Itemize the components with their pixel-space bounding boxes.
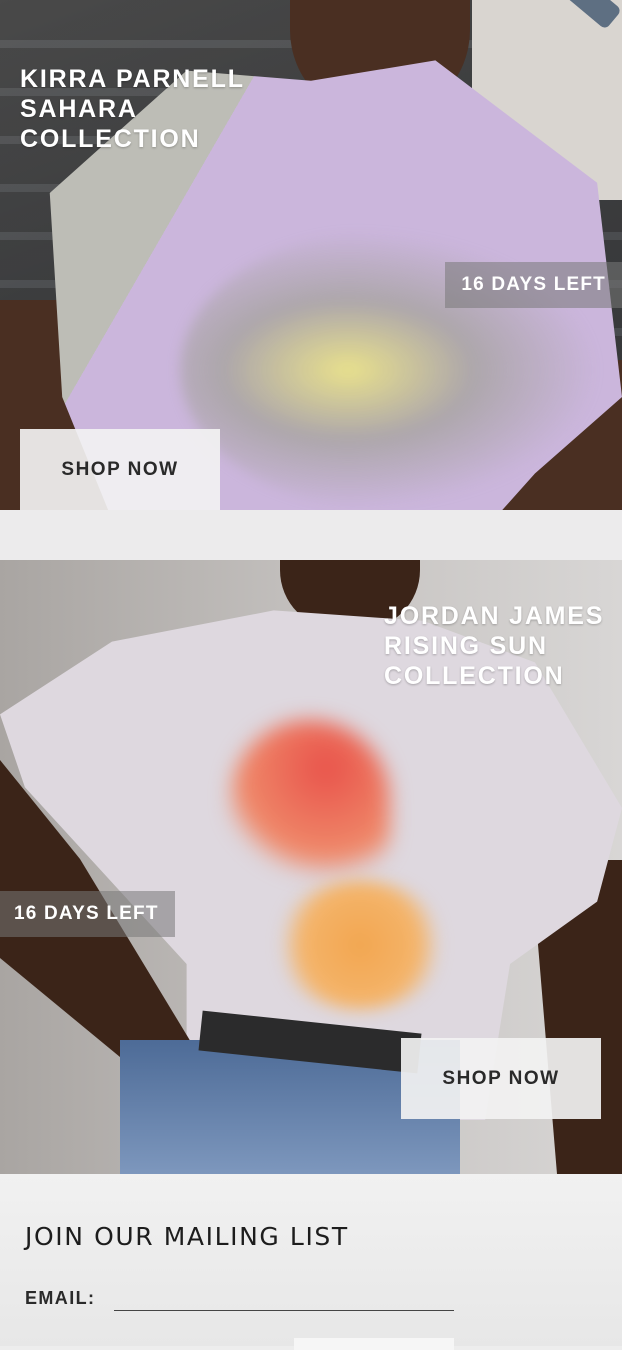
days-left-badge: 16 DAYS LEFT bbox=[0, 891, 175, 937]
collection-title-line: SAHARA bbox=[20, 95, 138, 123]
collection-title-line: JORDAN JAMES bbox=[384, 602, 605, 630]
email-label: EMAIL: bbox=[25, 1288, 96, 1308]
collection-title-line: KIRRA PARNELL bbox=[20, 65, 245, 93]
model-pants bbox=[0, 510, 622, 560]
days-left-badge: 16 DAYS LEFT bbox=[445, 262, 622, 308]
collection-card-rising-sun: JORDAN JAMES RISING SUN COLLECTION 16 DA… bbox=[0, 560, 622, 1174]
collection-title-line: COLLECTION bbox=[20, 125, 201, 153]
mailing-list-section: JOIN OUR MAILING LIST EMAIL: bbox=[0, 1174, 622, 1350]
collection-card-sahara: KIRRA PARNELL SAHARA COLLECTION 16 DAYS … bbox=[0, 0, 622, 560]
collection-title: JORDAN JAMES RISING SUN COLLECTION bbox=[384, 601, 604, 691]
collection-title-line: COLLECTION bbox=[384, 662, 565, 690]
subscribe-button[interactable] bbox=[294, 1338, 454, 1350]
mailing-list-heading: JOIN OUR MAILING LIST bbox=[25, 1222, 349, 1251]
collection-title: KIRRA PARNELL SAHARA COLLECTION bbox=[20, 64, 245, 154]
collection-title-line: RISING SUN bbox=[384, 632, 548, 660]
shop-now-button[interactable]: SHOP NOW bbox=[401, 1038, 601, 1119]
tshirt-orange-print bbox=[275, 880, 445, 1010]
email-field[interactable] bbox=[114, 1282, 454, 1311]
shop-now-button[interactable]: SHOP NOW bbox=[20, 429, 220, 510]
tshirt-red-print bbox=[230, 720, 390, 880]
